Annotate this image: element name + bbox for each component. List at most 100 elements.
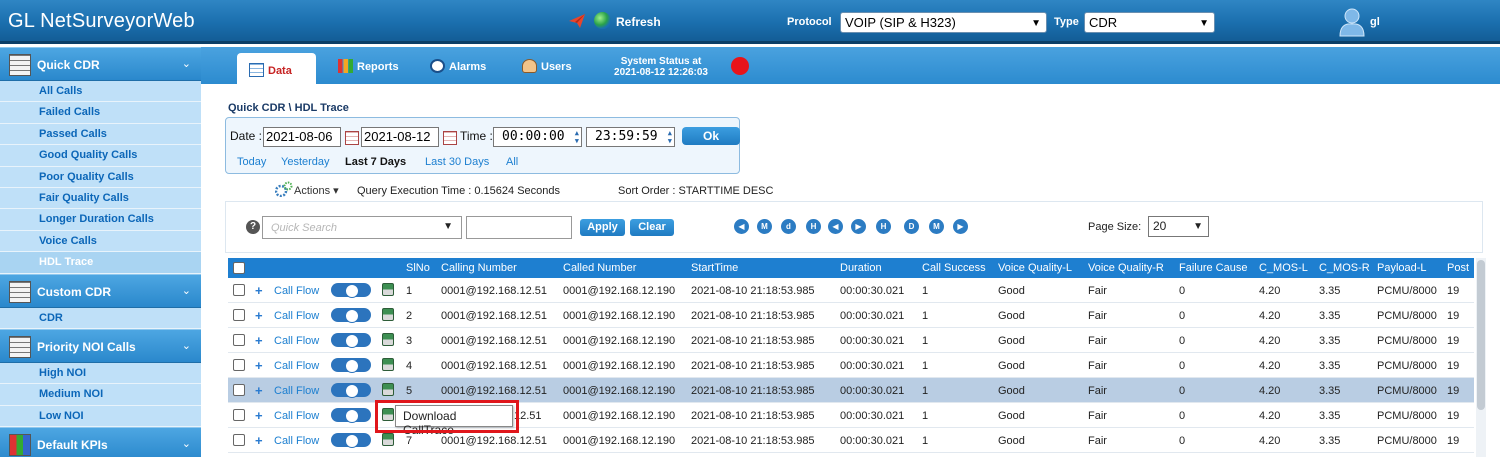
table-row[interactable]: + Call Flow 2 0001@192.168.12.51 0001@192.16… <box>228 303 1474 328</box>
tab-reports[interactable]: Reports <box>338 59 399 84</box>
sidebar-item-passed-calls[interactable]: Passed Calls <box>0 123 201 146</box>
row-checkbox[interactable] <box>233 309 245 321</box>
last-page-icon[interactable]: ▶ <box>953 219 968 234</box>
sidebar-item-low-noi[interactable]: Low NOI <box>0 405 201 428</box>
call-flow-link[interactable]: Call Flow <box>274 335 319 347</box>
sidebar-item-all-calls[interactable]: All Calls <box>0 81 201 103</box>
col-calling-number[interactable]: Calling Number <box>441 262 517 274</box>
first-page-icon[interactable]: ◀ <box>734 219 749 234</box>
paper-plane-icon[interactable] <box>568 13 586 29</box>
col-voice-quality-r[interactable]: Voice Quality-R <box>1088 262 1164 274</box>
col-post[interactable]: Post <box>1447 262 1469 274</box>
apply-button[interactable]: Apply <box>580 219 625 236</box>
user-avatar-icon[interactable] <box>1338 7 1366 37</box>
type-select[interactable]: CDR ▼ <box>1084 12 1215 33</box>
refresh-button[interactable]: Refresh <box>616 15 661 29</box>
call-flow-link[interactable]: Call Flow <box>274 385 319 397</box>
call-flow-link[interactable]: Call Flow <box>274 410 319 422</box>
sidebar-section-custom-cdr[interactable]: Custom CDR ⌄ <box>0 273 201 308</box>
to-time-input[interactable]: 23:59:59 ▲ ▼ <box>586 127 675 147</box>
clear-button[interactable]: Clear <box>630 219 674 236</box>
sidebar-item-cdr[interactable]: CDR <box>0 307 201 329</box>
row-checkbox[interactable] <box>233 409 245 421</box>
expand-plus-icon[interactable]: + <box>255 358 263 373</box>
gear-icon[interactable] <box>275 181 293 197</box>
refresh-icon[interactable] <box>594 12 611 29</box>
download-calltrace-icon[interactable] <box>382 333 394 346</box>
col-called-number[interactable]: Called Number <box>563 262 636 274</box>
col-slno[interactable]: SlNo <box>406 262 430 274</box>
prev-page-icon[interactable]: ◀ <box>828 219 843 234</box>
col-c-mos-r[interactable]: C_MOS-R <box>1319 262 1370 274</box>
table-scrollbar[interactable] <box>1476 258 1486 457</box>
help-icon[interactable]: ? <box>246 220 260 234</box>
sidebar-item-good-quality-calls[interactable]: Good Quality Calls <box>0 145 201 167</box>
sidebar-item-voice-calls[interactable]: Voice Calls <box>0 230 201 253</box>
calendar-icon[interactable] <box>443 131 457 145</box>
table-row[interactable]: + Call Flow 3 0001@192.168.12.51 0001@192.16… <box>228 328 1474 353</box>
call-flow-link[interactable]: Call Flow <box>274 360 319 372</box>
row-checkbox[interactable] <box>233 384 245 396</box>
col-call-success[interactable]: Call Success <box>922 262 986 274</box>
expand-plus-icon[interactable]: + <box>255 433 263 448</box>
row-checkbox[interactable] <box>233 334 245 346</box>
col-c-mos-l[interactable]: C_MOS-L <box>1259 262 1308 274</box>
spinner-icon[interactable]: ▲ ▼ <box>668 129 672 145</box>
range-last-7-days[interactable]: Last 7 Days <box>345 156 406 168</box>
to-date-input[interactable]: 2021-08-12 <box>361 127 439 147</box>
tab-users[interactable]: Users <box>522 59 572 84</box>
sidebar-item-fair-quality-calls[interactable]: Fair Quality Calls <box>0 187 201 210</box>
expand-plus-icon[interactable]: + <box>255 283 263 298</box>
spinner-icon[interactable]: ▲ ▼ <box>575 129 579 145</box>
page-size-select[interactable]: 20 ▼ <box>1148 216 1209 237</box>
playback-icon[interactable] <box>331 408 371 423</box>
select-all-checkbox[interactable] <box>233 262 245 274</box>
prev-group-icon[interactable]: M <box>757 219 772 234</box>
sidebar-section-quick-cdr[interactable]: Quick CDR ⌄ <box>0 47 201 81</box>
from-time-input[interactable]: 00:00:00 ▲ ▼ <box>493 127 582 147</box>
row-checkbox[interactable] <box>233 284 245 296</box>
download-calltrace-icon[interactable] <box>382 283 394 296</box>
col-duration[interactable]: Duration <box>840 262 882 274</box>
sidebar-item-longer-duration-calls[interactable]: Longer Duration Calls <box>0 209 201 231</box>
range-today[interactable]: Today <box>237 156 266 168</box>
playback-icon[interactable] <box>331 283 371 298</box>
next-group-icon[interactable]: M <box>929 219 944 234</box>
col-voice-quality-l[interactable]: Voice Quality-L <box>998 262 1072 274</box>
col-failure-cause[interactable]: Failure Cause <box>1179 262 1247 274</box>
playback-icon[interactable] <box>331 333 371 348</box>
next-ten-icon[interactable]: D <box>904 219 919 234</box>
sidebar-item-failed-calls[interactable]: Failed Calls <box>0 102 201 124</box>
expand-plus-icon[interactable]: + <box>255 383 263 398</box>
download-calltrace-icon[interactable] <box>382 383 394 396</box>
expand-plus-icon[interactable]: + <box>255 333 263 348</box>
next-five-icon[interactable]: H <box>876 219 891 234</box>
next-page-icon[interactable]: ▶ <box>851 219 866 234</box>
sidebar-item-hdl-trace[interactable]: HDL Trace <box>0 252 201 274</box>
tab-data[interactable]: Data <box>237 53 316 84</box>
sidebar-item-poor-quality-calls[interactable]: Poor Quality Calls <box>0 166 201 188</box>
playback-icon[interactable] <box>331 383 371 398</box>
table-row[interactable]: + Call Flow 1 0001@192.168.12.51 0001@192.16… <box>228 278 1474 303</box>
sidebar-section-default-kpis[interactable]: Default KPIs ⌄ <box>0 427 201 457</box>
scrollbar-thumb[interactable] <box>1477 260 1485 410</box>
calendar-icon[interactable] <box>345 131 359 145</box>
prev-ten-icon[interactable]: d <box>781 219 796 234</box>
playback-icon[interactable] <box>331 308 371 323</box>
quick-search-select[interactable]: Quick Search ▼ <box>262 216 462 239</box>
table-row[interactable]: + Call Flow 4 0001@192.168.12.51 0001@192.16… <box>228 353 1474 378</box>
row-checkbox[interactable] <box>233 434 245 446</box>
range-last-30-days[interactable]: Last 30 Days <box>425 156 489 168</box>
col-payload-l[interactable]: Payload-L <box>1377 262 1427 274</box>
download-calltrace-icon[interactable] <box>382 308 394 321</box>
protocol-select[interactable]: VOIP (SIP & H323) ▼ <box>840 12 1047 33</box>
search-input[interactable] <box>466 216 572 239</box>
playback-icon[interactable] <box>331 433 371 448</box>
expand-plus-icon[interactable]: + <box>255 408 263 423</box>
download-calltrace-icon[interactable] <box>382 433 394 446</box>
sidebar-item-medium-noi[interactable]: Medium NOI <box>0 384 201 406</box>
from-date-input[interactable]: 2021-08-06 <box>263 127 341 147</box>
range-yesterday[interactable]: Yesterday <box>281 156 330 168</box>
call-flow-link[interactable]: Call Flow <box>274 310 319 322</box>
actions-menu[interactable]: Actions ▾ <box>294 184 339 197</box>
